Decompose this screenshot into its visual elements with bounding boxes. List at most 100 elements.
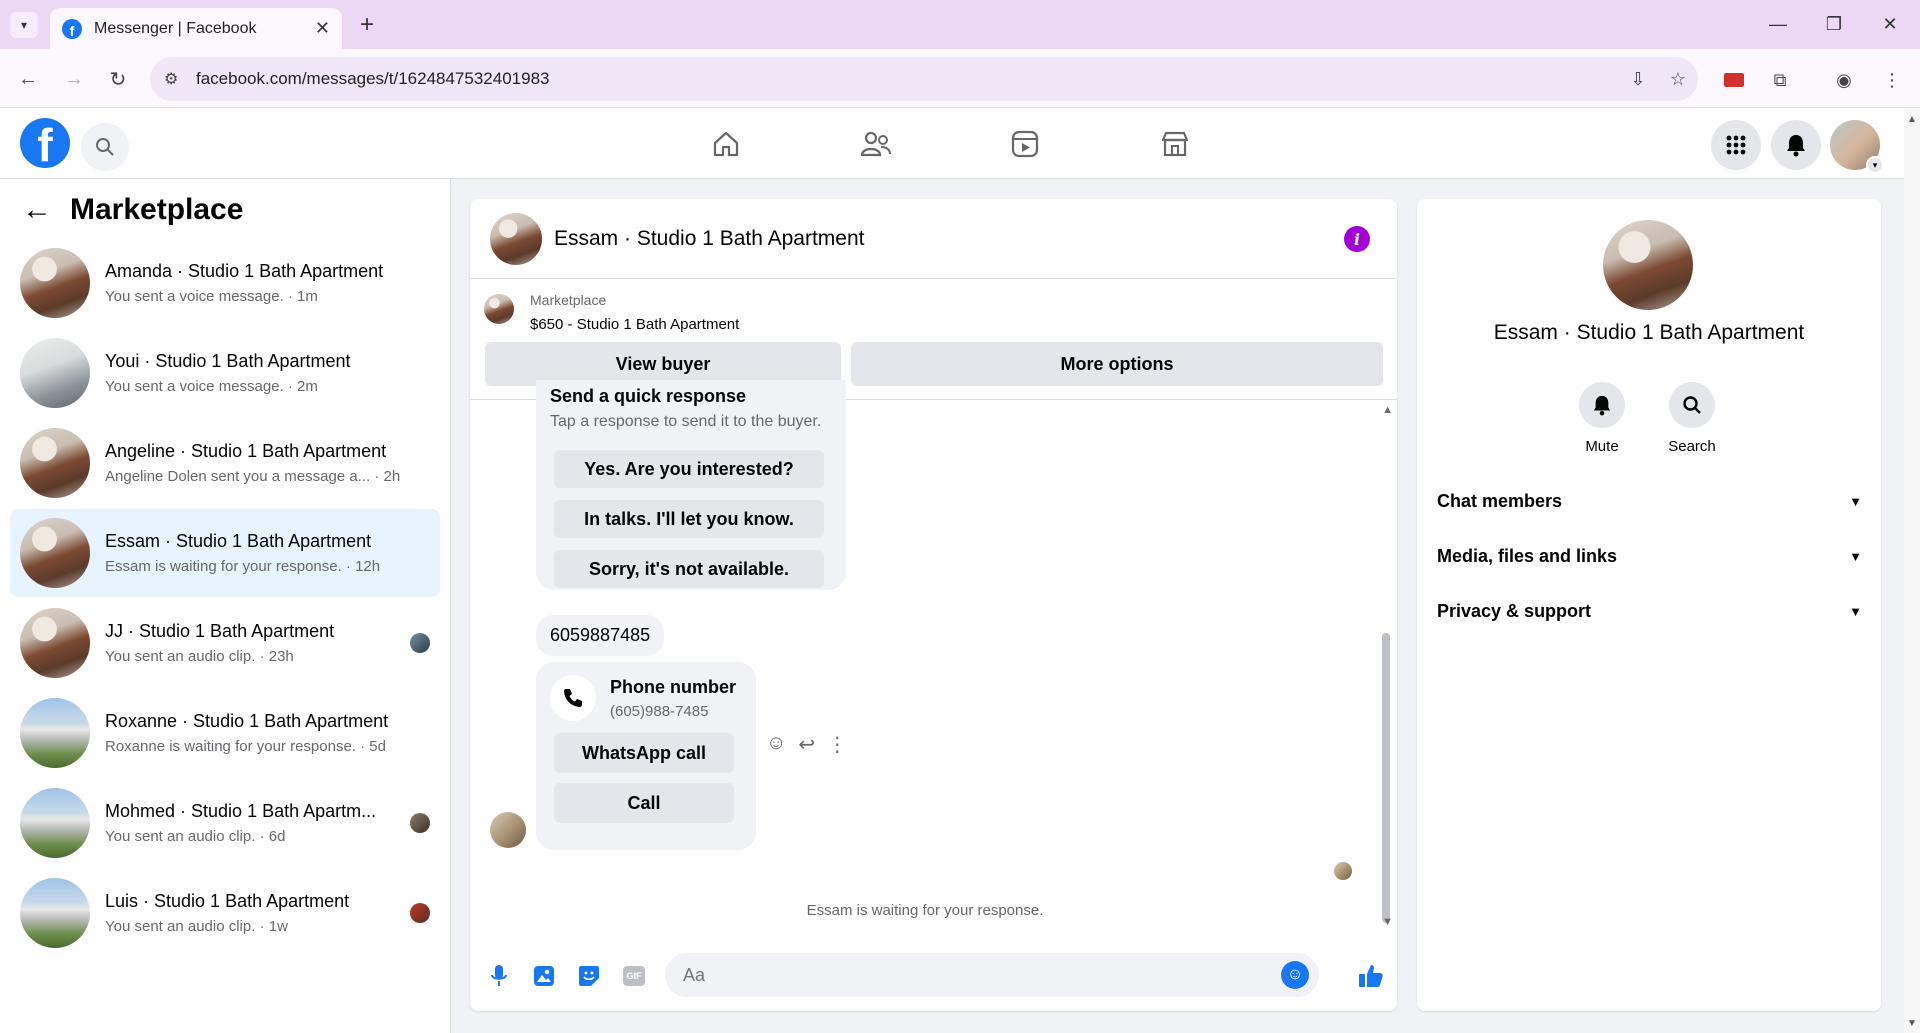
conversation-avatar: [20, 878, 90, 948]
thumbs-up-icon[interactable]: [1355, 960, 1387, 992]
profile-icon[interactable]: ◉: [1828, 64, 1860, 96]
conversation-name: Luis · Studio 1 Bath Apartment: [105, 891, 350, 911]
call-button[interactable]: Call: [554, 783, 734, 823]
search-icon[interactable]: [81, 123, 129, 171]
install-app-icon[interactable]: ⇩: [1618, 69, 1658, 90]
conversation-item[interactable]: Amanda · Studio 1 Bath Apartment You sent…: [10, 239, 440, 327]
conversation-name: Angeline · Studio 1 Bath Apartment: [105, 441, 387, 461]
browser-tab-bar: ▾ f Messenger | Facebook ✕ + — ❐ ✕: [0, 0, 1920, 49]
url-text[interactable]: facebook.com/messages/t/1624847532401983: [196, 69, 1618, 89]
privacy-support-section[interactable]: Privacy & support ▼: [1437, 591, 1862, 631]
reply-icon[interactable]: ↩: [798, 732, 815, 757]
contact-avatar[interactable]: [1603, 220, 1693, 310]
address-bar[interactable]: ⚙ facebook.com/messages/t/16248475324019…: [150, 57, 1698, 101]
bookmark-star-icon[interactable]: ☆: [1658, 69, 1698, 90]
conversation-item[interactable]: Roxanne · Studio 1 Bath Apartment Roxanne…: [10, 689, 440, 777]
notifications-bell-icon[interactable]: [1771, 120, 1821, 170]
sender-avatar[interactable]: [490, 812, 526, 848]
read-receipt-avatar: [410, 813, 430, 833]
listing-title[interactable]: $650 - Studio 1 Bath Apartment: [530, 316, 739, 333]
close-tab-icon[interactable]: ✕: [315, 18, 330, 39]
quick-response-button[interactable]: In talks. I'll let you know.: [554, 500, 824, 538]
site-info-icon[interactable]: ⚙: [164, 69, 186, 89]
react-emoji-icon[interactable]: ☺: [766, 732, 786, 757]
page-scroll-up-arrow[interactable]: ▲: [1907, 114, 1917, 125]
mute-bell-icon[interactable]: [1579, 382, 1625, 428]
quick-response-button[interactable]: Yes. Are you interested?: [554, 450, 824, 488]
tab-title: Messenger | Facebook: [94, 19, 257, 37]
conversation-item[interactable]: Angeline · Studio 1 Bath Apartment Angeli…: [10, 419, 440, 507]
close-window-button[interactable]: ✕: [1862, 8, 1918, 40]
reload-icon[interactable]: ↻: [102, 63, 134, 95]
search-in-conversation-icon[interactable]: [1669, 382, 1715, 428]
facebook-logo-icon[interactable]: f: [20, 118, 70, 168]
message-scrollbar[interactable]: [1382, 633, 1390, 923]
chevron-down-icon[interactable]: ▼: [1849, 549, 1862, 564]
scroll-up-arrow[interactable]: ▲: [1382, 404, 1393, 416]
conversation-name: Amanda · Studio 1 Bath Apartment: [105, 261, 384, 281]
scroll-down-arrow[interactable]: ▼: [1382, 916, 1393, 928]
chevron-down-icon[interactable]: ▼: [1849, 604, 1862, 619]
conversation-name: JJ · Studio 1 Bath Apartment: [105, 621, 335, 641]
message-bubble[interactable]: 6059887485: [536, 615, 665, 656]
page-scroll-down-arrow[interactable]: ▼: [1907, 1018, 1917, 1029]
more-options-button[interactable]: More options: [851, 342, 1383, 386]
quick-response-button[interactable]: Sorry, it's not available.: [554, 550, 824, 588]
conversation-item[interactable]: Mohmed · Studio 1 Bath Apartm... You sent…: [10, 779, 440, 867]
minimize-button[interactable]: —: [1750, 8, 1806, 40]
whatsapp-call-button[interactable]: WhatsApp call: [554, 733, 734, 773]
browser-tab[interactable]: f Messenger | Facebook ✕: [50, 8, 342, 49]
extensions-puzzle-icon[interactable]: ⧉: [1764, 64, 1796, 96]
conversation-item[interactable]: Youi · Studio 1 Bath Apartment You sent a…: [10, 329, 440, 417]
conversation-item[interactable]: JJ · Studio 1 Bath Apartment You sent an …: [10, 599, 440, 687]
chevron-down-icon[interactable]: ▼: [1849, 494, 1862, 509]
conversation-avatar: [20, 518, 90, 588]
conversation-avatar: [20, 698, 90, 768]
account-avatar[interactable]: ▾: [1830, 120, 1884, 174]
back-icon[interactable]: ←: [12, 63, 44, 95]
conversation-preview: You sent a voice message. · 2m: [105, 378, 318, 395]
conversation-name: Youi · Studio 1 Bath Apartment: [105, 351, 351, 371]
conversation-name: Roxanne · Studio 1 Bath Apartment: [105, 711, 389, 731]
marketplace-icon[interactable]: [1155, 124, 1195, 164]
search-label: Search: [1668, 438, 1716, 455]
info-icon[interactable]: i: [1344, 226, 1370, 252]
new-tab-button[interactable]: +: [352, 10, 382, 40]
conversation-item[interactable]: Luis · Studio 1 Bath Apartment You sent a…: [10, 869, 440, 957]
video-icon[interactable]: [1005, 124, 1045, 164]
listing-thumbnail: [484, 294, 514, 324]
gif-icon[interactable]: GIF: [618, 960, 650, 992]
menu-grid-icon[interactable]: [1711, 120, 1761, 170]
browser-menu-icon[interactable]: ⋮: [1876, 64, 1908, 96]
forward-icon[interactable]: →: [58, 63, 90, 95]
photo-icon[interactable]: [528, 960, 560, 992]
home-icon[interactable]: [706, 124, 746, 164]
message-input-box[interactable]: ☺: [665, 953, 1319, 997]
account-chevron-icon[interactable]: ▾: [1866, 156, 1884, 174]
conversation-item-active[interactable]: Essam · Studio 1 Bath Apartment Essam is …: [10, 509, 440, 597]
chat-title[interactable]: Essam · Studio 1 Bath Apartment: [554, 227, 865, 251]
tab-search-dropdown[interactable]: ▾: [10, 12, 38, 38]
more-icon[interactable]: ⋮: [827, 732, 847, 757]
chat-avatar[interactable]: [490, 212, 542, 265]
message-thread: Send a quick response Tap a response to …: [470, 380, 1397, 940]
conversation-avatar: [20, 608, 90, 678]
mute-action[interactable]: Mute: [1557, 382, 1647, 455]
microphone-icon[interactable]: [483, 960, 515, 992]
facebook-favicon-icon: f: [62, 18, 82, 39]
page-scrollbar[interactable]: ▲ ▼: [1904, 108, 1920, 1033]
facebook-top-nav: f ▾: [0, 108, 1904, 179]
waiting-note: Essam is waiting for your response.: [806, 902, 1044, 919]
media-files-links-section[interactable]: Media, files and links ▼: [1437, 536, 1862, 576]
search-action[interactable]: Search: [1647, 382, 1737, 455]
browser-toolbar: ← → ↻ ⚙ facebook.com/messages/t/16248475…: [0, 49, 1920, 108]
chat-members-section[interactable]: Chat members ▼: [1437, 481, 1862, 521]
extension-red-icon[interactable]: [1718, 64, 1750, 96]
section-label: Chat members: [1437, 490, 1563, 511]
emoji-icon[interactable]: ☺: [1281, 961, 1309, 989]
message-input[interactable]: [683, 964, 1281, 986]
back-arrow-icon[interactable]: ←: [22, 195, 52, 225]
restore-button[interactable]: ❐: [1806, 8, 1862, 40]
friends-icon[interactable]: [856, 124, 896, 164]
sticker-icon[interactable]: [573, 960, 605, 992]
